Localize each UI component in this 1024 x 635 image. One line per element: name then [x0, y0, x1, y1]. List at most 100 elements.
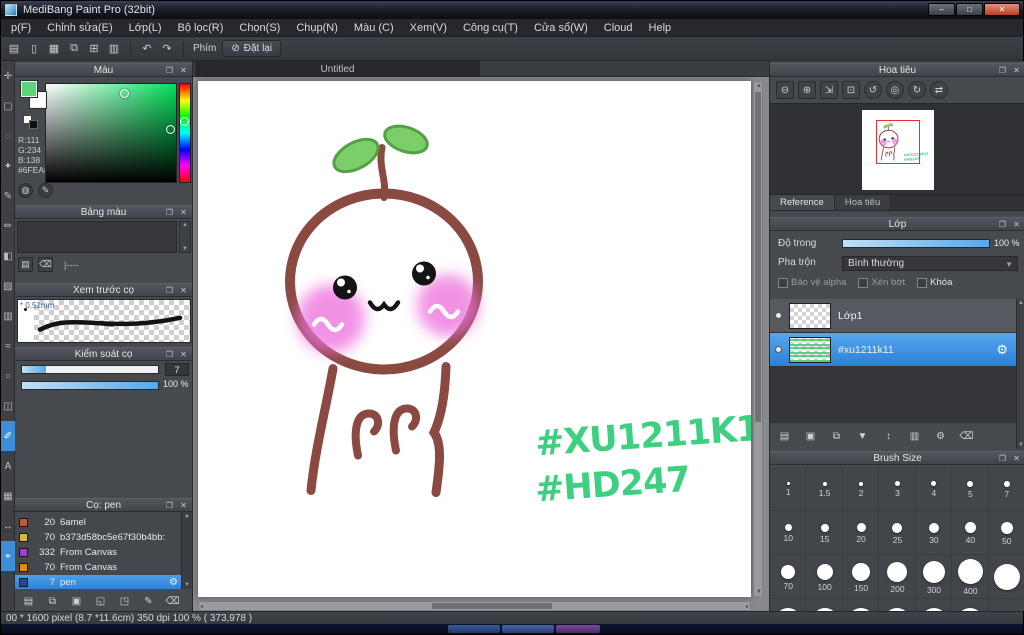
- edit-brush-icon[interactable]: ✎: [140, 593, 157, 610]
- duplicate-layer-icon[interactable]: ⧉: [828, 428, 845, 445]
- brush-list-scrollbar[interactable]: ▲ ▼: [181, 512, 192, 589]
- float-panel-icon[interactable]: ❐: [997, 65, 1008, 76]
- float-panel-icon[interactable]: ❐: [997, 219, 1008, 230]
- pencil-tool-icon[interactable]: ✏: [1, 211, 15, 241]
- brush-size-cell[interactable]: [916, 599, 952, 611]
- export-brush-icon[interactable]: ◳: [116, 593, 133, 610]
- brush-size-cell[interactable]: 25: [879, 511, 915, 555]
- brush-opacity-slider[interactable]: [21, 381, 159, 390]
- redo-icon[interactable]: ↷: [158, 40, 176, 58]
- hand-tool-icon[interactable]: ⌖: [1, 541, 15, 571]
- move-tool-icon[interactable]: ✛: [1, 61, 15, 91]
- brush-size-cell[interactable]: 2: [843, 467, 879, 511]
- brush-size-cell[interactable]: 7: [989, 467, 1024, 511]
- palette-combo-label[interactable]: |----: [64, 260, 78, 270]
- menu-item-0[interactable]: p(F): [3, 19, 39, 36]
- close-panel-icon[interactable]: ✕: [178, 500, 189, 511]
- menu-item-7[interactable]: Xem(V): [402, 19, 455, 36]
- brush-size-cell[interactable]: [806, 599, 842, 611]
- brush-size-cell[interactable]: 15: [806, 511, 842, 555]
- color-picker-marker-2[interactable]: [166, 125, 175, 135]
- material-icon[interactable]: ▥: [105, 40, 123, 58]
- brush-size-cell[interactable]: 40: [952, 511, 988, 555]
- save-icon[interactable]: ▦: [45, 40, 63, 58]
- color-panel-header[interactable]: Màu ❐ ✕: [15, 63, 192, 77]
- layer-settings-icon[interactable]: ⚙: [932, 428, 949, 445]
- canvas[interactable]: [198, 81, 751, 597]
- lasso-tool-icon[interactable]: ◌: [1, 121, 15, 151]
- float-panel-icon[interactable]: ❐: [164, 349, 175, 360]
- brush-row[interactable]: 332 From Canvas: [15, 545, 181, 560]
- curve-tool-icon[interactable]: ≈: [1, 331, 15, 361]
- close-panel-icon[interactable]: ✕: [1011, 219, 1022, 230]
- duplicate-icon[interactable]: ⧉: [65, 40, 83, 58]
- menu-item-6[interactable]: Màu (C): [346, 19, 402, 36]
- brush-size-cell[interactable]: [843, 599, 879, 611]
- float-panel-icon[interactable]: ❐: [164, 500, 175, 511]
- zoom-out-icon[interactable]: ⊖: [776, 81, 794, 99]
- import-brush-icon[interactable]: ◱: [92, 593, 109, 610]
- magic-wand-tool-icon[interactable]: ✦: [1, 151, 15, 181]
- palette-panel-header[interactable]: Bảng màu ❐ ✕: [15, 205, 192, 219]
- select-tool-icon[interactable]: ▢: [1, 91, 15, 121]
- menu-item-1[interactable]: Chỉnh sửa(E): [39, 19, 120, 36]
- hue-marker[interactable]: [180, 117, 189, 126]
- brush-size-cell[interactable]: 200: [879, 555, 915, 599]
- close-panel-icon[interactable]: ✕: [1011, 65, 1022, 76]
- navigator-header[interactable]: Hoa tiêu ❐ ✕: [770, 63, 1024, 77]
- brush-size-cell[interactable]: 3: [879, 467, 915, 511]
- float-panel-icon[interactable]: ❐: [997, 453, 1008, 464]
- brush-size-cell[interactable]: 100: [806, 555, 842, 599]
- comment-icon[interactable]: ▯: [25, 40, 43, 58]
- layer-settings-gear-icon[interactable]: ⚙: [996, 342, 1008, 358]
- menu-item-10[interactable]: Cloud: [596, 19, 641, 36]
- color-wheel-icon[interactable]: ◍: [18, 183, 33, 198]
- brush-size-cell[interactable]: 50: [989, 511, 1024, 555]
- brush-row[interactable]: 20 6amel: [15, 515, 181, 530]
- menu-item-5[interactable]: Chụp(N): [288, 19, 346, 36]
- close-panel-icon[interactable]: ✕: [178, 65, 189, 76]
- gradient-tool-icon[interactable]: ▥: [1, 301, 15, 331]
- taskbar-button[interactable]: [448, 625, 500, 633]
- tab-reference[interactable]: Reference: [770, 195, 835, 210]
- brush-size-cell[interactable]: [952, 599, 988, 611]
- brush-size-cell[interactable]: [879, 599, 915, 611]
- new-layer-icon[interactable]: ▤: [776, 428, 793, 445]
- blend-mode-dropdown[interactable]: Bình thường ▼: [842, 256, 1018, 271]
- move-layer-icon[interactable]: ↕: [880, 428, 897, 445]
- navigator-view-rect[interactable]: [876, 120, 920, 164]
- gear-icon[interactable]: ⚙: [169, 577, 178, 588]
- default-black-chip[interactable]: [29, 120, 38, 129]
- brush-folder-icon[interactable]: ▣: [68, 593, 85, 610]
- menu-item-8[interactable]: Công cụ(T): [455, 19, 526, 36]
- brush-size-cell[interactable]: 1.5: [806, 467, 842, 511]
- layer-visibility-dot[interactable]: [775, 312, 782, 319]
- checkbox-2[interactable]: Khóa: [917, 277, 952, 288]
- grid-icon[interactable]: ⊞: [85, 40, 103, 58]
- undo-icon[interactable]: ↶: [138, 40, 156, 58]
- actual-size-icon[interactable]: ⊡: [842, 81, 860, 99]
- bucket-tool-icon[interactable]: ▨: [1, 271, 15, 301]
- canvas-tab[interactable]: Untitled: [195, 61, 480, 77]
- add-swatch-icon[interactable]: ▤: [18, 257, 33, 272]
- menu-item-11[interactable]: Help: [641, 19, 680, 36]
- layer-opacity-slider[interactable]: [842, 239, 990, 248]
- brush-size-cell[interactable]: 70: [770, 555, 806, 599]
- brush-size-cell[interactable]: [989, 555, 1024, 599]
- new-brush-icon[interactable]: ▤: [20, 593, 37, 610]
- hue-bar[interactable]: [179, 83, 191, 183]
- canvas-vertical-scrollbar[interactable]: ▲ ▼: [753, 81, 763, 597]
- reset-rotation-icon[interactable]: ◎: [886, 81, 904, 99]
- brush-tool-icon[interactable]: ✐: [1, 421, 15, 451]
- menu-item-4[interactable]: Chọn(S): [231, 19, 288, 36]
- float-panel-icon[interactable]: ❐: [164, 207, 175, 218]
- close-panel-icon[interactable]: ✕: [178, 285, 189, 296]
- brush-size-cell[interactable]: 1: [770, 467, 806, 511]
- rotate-ccw-icon[interactable]: ↺: [864, 81, 882, 99]
- brush-row[interactable]: 7 pen ⚙: [15, 575, 181, 589]
- close-button[interactable]: ✕: [984, 3, 1020, 16]
- tab-hoa-tiêu[interactable]: Hoa tiêu: [834, 195, 892, 210]
- horizontal-scroll-thumb[interactable]: [432, 603, 552, 609]
- brush-size-cell[interactable]: 5: [952, 467, 988, 511]
- rotate-cw-icon[interactable]: ↻: [908, 81, 926, 99]
